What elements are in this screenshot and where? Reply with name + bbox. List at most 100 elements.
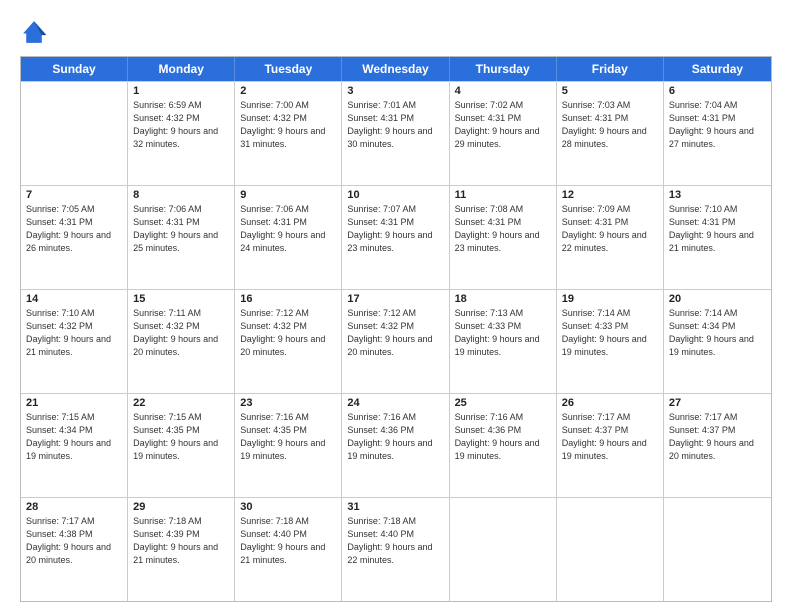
day-number: 23 (240, 397, 336, 409)
day-number: 10 (347, 189, 443, 201)
day-number: 13 (669, 189, 766, 201)
day-info: Sunrise: 7:14 AMSunset: 4:34 PMDaylight:… (669, 307, 766, 359)
day-number: 22 (133, 397, 229, 409)
calendar-cell (557, 498, 664, 601)
calendar-week: 7Sunrise: 7:05 AMSunset: 4:31 PMDaylight… (21, 185, 771, 289)
calendar-cell: 22Sunrise: 7:15 AMSunset: 4:35 PMDayligh… (128, 394, 235, 497)
calendar-week: 14Sunrise: 7:10 AMSunset: 4:32 PMDayligh… (21, 289, 771, 393)
calendar-cell: 24 Sunrise: 7:16 AMSunset: 4:36 PMDayligh… (342, 394, 449, 497)
page: SundayMondayTuesdayWednesdayThursdayFrid… (0, 0, 792, 612)
day-number: 29 (133, 501, 229, 513)
day-number: 26 (562, 397, 658, 409)
day-number: 20 (669, 293, 766, 305)
day-info: Sunrise: 7:18 AMSunset: 4:40 PMDaylight:… (240, 515, 336, 567)
day-number: 19 (562, 293, 658, 305)
day-number: 2 (240, 85, 336, 97)
calendar-cell: 20 Sunrise: 7:14 AMSunset: 4:34 PMDayligh… (664, 290, 771, 393)
calendar-cell: 23 Sunrise: 7:16 AMSunset: 4:35 PMDayligh… (235, 394, 342, 497)
weekday-header: Tuesday (235, 57, 342, 81)
day-info: Sunrise: 7:00 AMSunset: 4:32 PMDaylight:… (240, 99, 336, 151)
day-number: 1 (133, 85, 229, 97)
calendar-cell: 10 Sunrise: 7:07 AMSunset: 4:31 PMDayligh… (342, 186, 449, 289)
day-info: Sunrise: 6:59 AMSunset: 4:32 PMDaylight:… (133, 99, 229, 151)
day-info: Sunrise: 7:04 AMSunset: 4:31 PMDaylight:… (669, 99, 766, 151)
day-info: Sunrise: 7:07 AMSunset: 4:31 PMDaylight:… (347, 203, 443, 255)
day-number: 8 (133, 189, 229, 201)
day-number: 16 (240, 293, 336, 305)
calendar-cell (664, 498, 771, 601)
day-info: Sunrise: 7:06 AMSunset: 4:31 PMDaylight:… (240, 203, 336, 255)
day-number: 25 (455, 397, 551, 409)
calendar-cell: 25 Sunrise: 7:16 AMSunset: 4:36 PMDayligh… (450, 394, 557, 497)
calendar-cell: 14Sunrise: 7:10 AMSunset: 4:32 PMDayligh… (21, 290, 128, 393)
calendar-cell: 12 Sunrise: 7:09 AMSunset: 4:31 PMDayligh… (557, 186, 664, 289)
weekday-header: Wednesday (342, 57, 449, 81)
calendar-cell: 8 Sunrise: 7:06 AMSunset: 4:31 PMDaylight… (128, 186, 235, 289)
day-info: Sunrise: 7:16 AMSunset: 4:36 PMDaylight:… (455, 411, 551, 463)
calendar-cell: 3 Sunrise: 7:01 AMSunset: 4:31 PMDaylight… (342, 82, 449, 185)
calendar-cell: 7Sunrise: 7:05 AMSunset: 4:31 PMDaylight… (21, 186, 128, 289)
calendar-cell: 16 Sunrise: 7:12 AMSunset: 4:32 PMDayligh… (235, 290, 342, 393)
calendar-cell: 15 Sunrise: 7:11 AMSunset: 4:32 PMDayligh… (128, 290, 235, 393)
day-number: 11 (455, 189, 551, 201)
calendar-cell: 26 Sunrise: 7:17 AMSunset: 4:37 PMDayligh… (557, 394, 664, 497)
calendar-cell: 11Sunrise: 7:08 AMSunset: 4:31 PMDayligh… (450, 186, 557, 289)
calendar-cell: 27 Sunrise: 7:17 AMSunset: 4:37 PMDayligh… (664, 394, 771, 497)
calendar-cell: 28Sunrise: 7:17 AMSunset: 4:38 PMDayligh… (21, 498, 128, 601)
weekday-header: Friday (557, 57, 664, 81)
calendar-cell: 30 Sunrise: 7:18 AMSunset: 4:40 PMDayligh… (235, 498, 342, 601)
day-info: Sunrise: 7:03 AMSunset: 4:31 PMDaylight:… (562, 99, 658, 151)
day-info: Sunrise: 7:10 AMSunset: 4:32 PMDaylight:… (26, 307, 122, 359)
weekday-header: Monday (128, 57, 235, 81)
day-number: 28 (26, 501, 122, 513)
calendar-header-row: SundayMondayTuesdayWednesdayThursdayFrid… (21, 57, 771, 81)
day-number: 15 (133, 293, 229, 305)
day-number: 27 (669, 397, 766, 409)
day-info: Sunrise: 7:17 AMSunset: 4:37 PMDaylight:… (562, 411, 658, 463)
day-info: Sunrise: 7:06 AMSunset: 4:31 PMDaylight:… (133, 203, 229, 255)
calendar-cell: 6 Sunrise: 7:04 AMSunset: 4:31 PMDaylight… (664, 82, 771, 185)
day-info: Sunrise: 7:15 AMSunset: 4:34 PMDaylight:… (26, 411, 122, 463)
calendar-cell (21, 82, 128, 185)
day-number: 30 (240, 501, 336, 513)
calendar-week: 28Sunrise: 7:17 AMSunset: 4:38 PMDayligh… (21, 497, 771, 601)
weekday-header: Saturday (664, 57, 771, 81)
day-number: 3 (347, 85, 443, 97)
day-info: Sunrise: 7:13 AMSunset: 4:33 PMDaylight:… (455, 307, 551, 359)
day-info: Sunrise: 7:11 AMSunset: 4:32 PMDaylight:… (133, 307, 229, 359)
day-info: Sunrise: 7:12 AMSunset: 4:32 PMDaylight:… (347, 307, 443, 359)
day-number: 5 (562, 85, 658, 97)
day-info: Sunrise: 7:18 AMSunset: 4:39 PMDaylight:… (133, 515, 229, 567)
day-info: Sunrise: 7:16 AMSunset: 4:36 PMDaylight:… (347, 411, 443, 463)
day-number: 31 (347, 501, 443, 513)
calendar-cell: 18Sunrise: 7:13 AMSunset: 4:33 PMDayligh… (450, 290, 557, 393)
calendar-cell: 4 Sunrise: 7:02 AMSunset: 4:31 PMDaylight… (450, 82, 557, 185)
day-number: 21 (26, 397, 122, 409)
calendar-cell: 19 Sunrise: 7:14 AMSunset: 4:33 PMDayligh… (557, 290, 664, 393)
day-number: 17 (347, 293, 443, 305)
day-info: Sunrise: 7:18 AMSunset: 4:40 PMDaylight:… (347, 515, 443, 567)
logo-icon (20, 18, 48, 46)
header (20, 18, 772, 46)
day-info: Sunrise: 7:12 AMSunset: 4:32 PMDaylight:… (240, 307, 336, 359)
calendar-week: 1 Sunrise: 6:59 AMSunset: 4:32 PMDaylight… (21, 81, 771, 185)
day-info: Sunrise: 7:02 AMSunset: 4:31 PMDaylight:… (455, 99, 551, 151)
day-info: Sunrise: 7:16 AMSunset: 4:35 PMDaylight:… (240, 411, 336, 463)
day-info: Sunrise: 7:14 AMSunset: 4:33 PMDaylight:… (562, 307, 658, 359)
calendar-cell: 1 Sunrise: 6:59 AMSunset: 4:32 PMDaylight… (128, 82, 235, 185)
calendar-cell (450, 498, 557, 601)
day-number: 24 (347, 397, 443, 409)
day-number: 6 (669, 85, 766, 97)
calendar-week: 21 Sunrise: 7:15 AMSunset: 4:34 PMDayligh… (21, 393, 771, 497)
day-info: Sunrise: 7:17 AMSunset: 4:37 PMDaylight:… (669, 411, 766, 463)
day-number: 4 (455, 85, 551, 97)
day-number: 12 (562, 189, 658, 201)
calendar-cell: 31 Sunrise: 7:18 AMSunset: 4:40 PMDayligh… (342, 498, 449, 601)
day-info: Sunrise: 7:01 AMSunset: 4:31 PMDaylight:… (347, 99, 443, 151)
calendar-cell: 13Sunrise: 7:10 AMSunset: 4:31 PMDayligh… (664, 186, 771, 289)
weekday-header: Thursday (450, 57, 557, 81)
calendar-cell: 21 Sunrise: 7:15 AMSunset: 4:34 PMDayligh… (21, 394, 128, 497)
day-info: Sunrise: 7:09 AMSunset: 4:31 PMDaylight:… (562, 203, 658, 255)
logo (20, 18, 52, 46)
day-info: Sunrise: 7:05 AMSunset: 4:31 PMDaylight:… (26, 203, 122, 255)
